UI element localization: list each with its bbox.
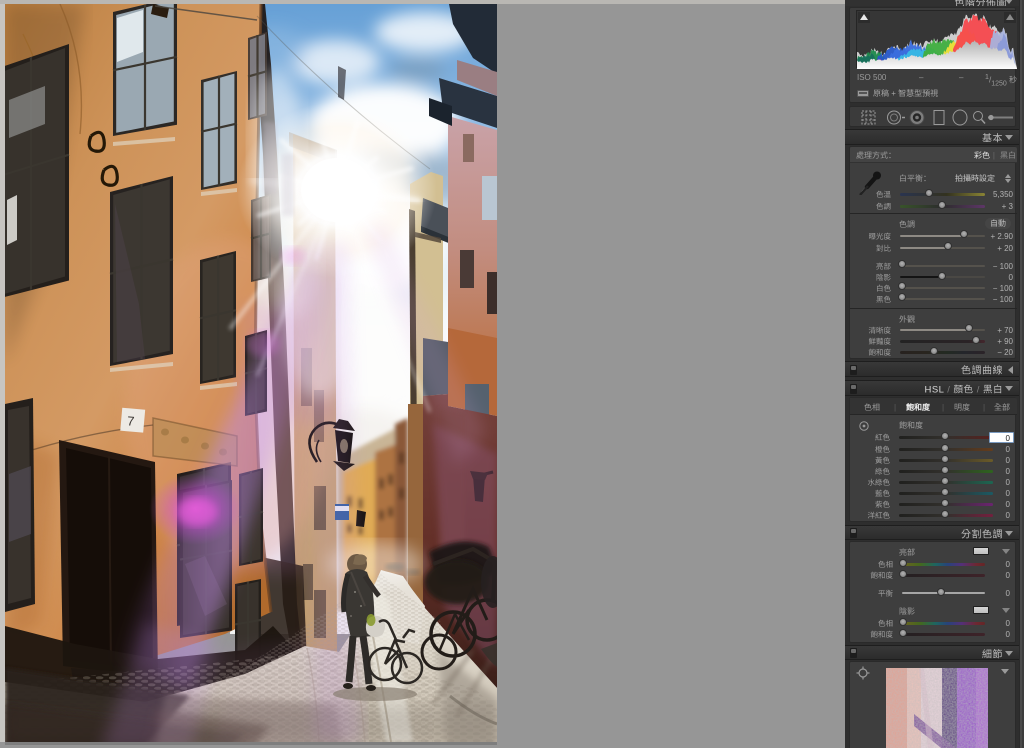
svg-text:7: 7 [127,413,136,429]
